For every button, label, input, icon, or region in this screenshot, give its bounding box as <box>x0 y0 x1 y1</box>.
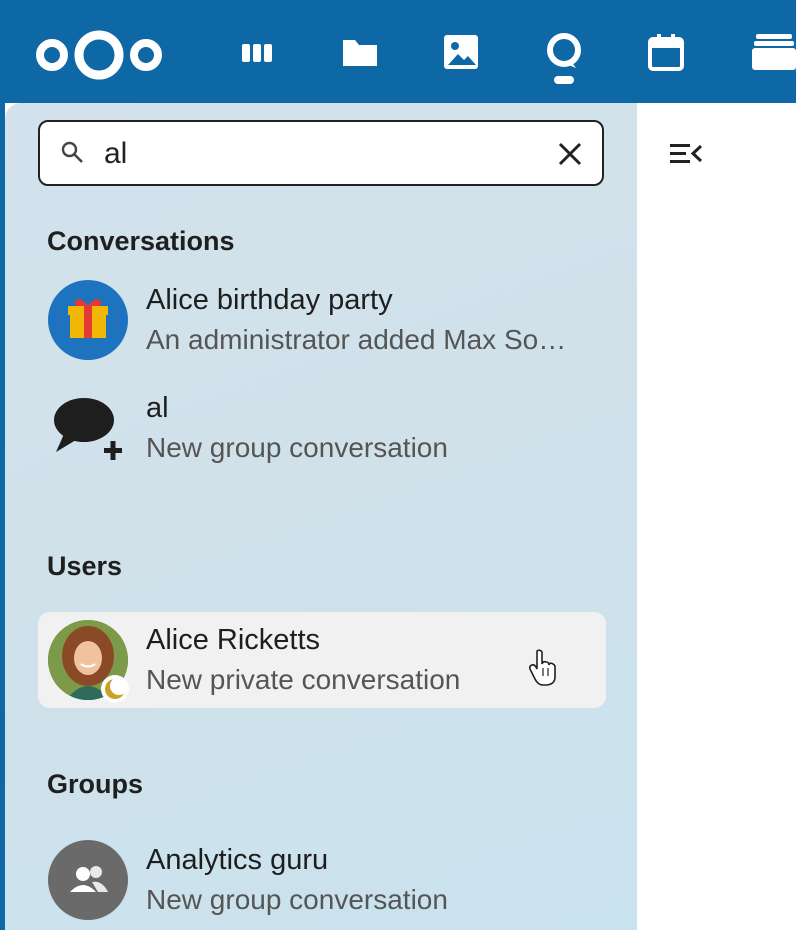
list-item[interactable]: Alice birthday party An administrator ad… <box>38 272 606 368</box>
item-title: Alice Ricketts <box>146 624 321 656</box>
item-subtitle: An administrator added Max So… <box>146 324 567 355</box>
gift-icon <box>68 299 108 338</box>
list-item[interactable]: Analytics guru New group conversation <box>38 832 606 928</box>
folder-icon[interactable] <box>340 30 380 74</box>
list-item[interactable]: al New group conversation <box>38 380 606 476</box>
item-subtitle: New group conversation <box>146 884 448 915</box>
item-subtitle: New group conversation <box>146 432 448 463</box>
section-heading-users: Users <box>47 551 123 581</box>
conversation-avatar <box>48 388 128 468</box>
stack-icon[interactable] <box>750 30 796 74</box>
item-title: al <box>146 392 169 424</box>
group-icon <box>70 866 108 892</box>
calendar-icon[interactable] <box>646 30 686 74</box>
search-box <box>38 120 604 186</box>
new-chat-icon <box>54 398 122 460</box>
section-heading-conversations: Conversations <box>47 226 235 256</box>
group-avatar <box>48 840 128 920</box>
top-header <box>0 0 796 103</box>
talk-icon[interactable] <box>542 30 586 86</box>
section-heading-groups: Groups <box>47 769 144 799</box>
item-title: Alice birthday party <box>146 284 393 316</box>
search-input[interactable] <box>102 130 526 178</box>
moon-icon <box>101 675 129 703</box>
item-title: Analytics guru <box>146 844 329 876</box>
image-icon[interactable] <box>441 30 481 74</box>
conversation-avatar <box>48 280 128 360</box>
deck-icon[interactable] <box>238 30 278 74</box>
hand-pointer-icon <box>528 649 556 686</box>
menu-collapse-icon[interactable] <box>668 140 704 168</box>
main-content <box>637 103 796 930</box>
search-icon <box>61 141 83 163</box>
list-item[interactable]: Alice Ricketts New private conversation <box>38 612 606 708</box>
close-icon[interactable] <box>556 140 584 168</box>
nextcloud-logo-icon[interactable] <box>34 26 164 84</box>
